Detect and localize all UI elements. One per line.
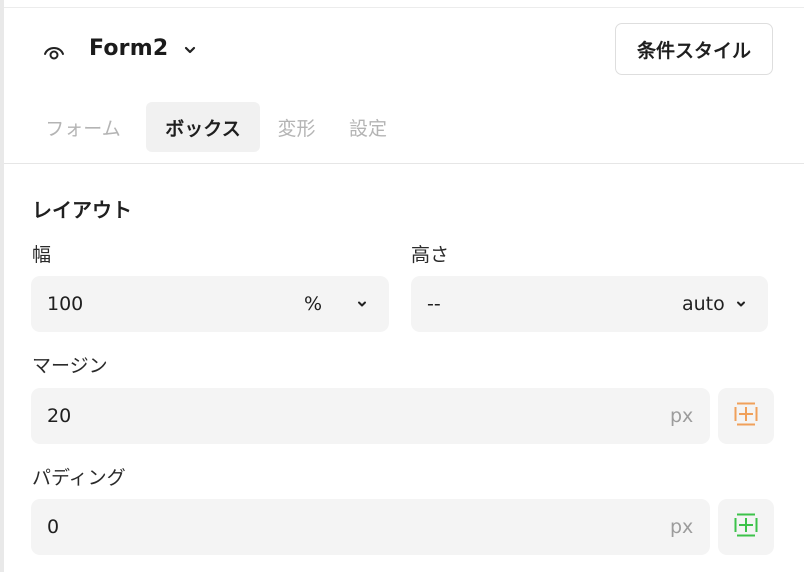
visibility-icon[interactable] bbox=[42, 40, 66, 64]
padding-unit: px bbox=[670, 516, 694, 538]
width-field[interactable]: 100 % bbox=[31, 276, 389, 332]
margin-value[interactable]: 20 bbox=[47, 388, 71, 444]
chevron-down-icon[interactable] bbox=[734, 276, 748, 332]
height-unit[interactable]: auto bbox=[682, 276, 725, 332]
padding-spacing-icon bbox=[733, 512, 759, 542]
width-label: 幅 bbox=[32, 244, 52, 266]
padding-field[interactable]: 0 px bbox=[31, 499, 710, 555]
padding-value[interactable]: 0 bbox=[47, 499, 59, 555]
form-name-title[interactable]: Form2 bbox=[89, 36, 168, 61]
height-field[interactable]: -- auto bbox=[411, 276, 768, 332]
margin-spacing-icon bbox=[733, 401, 759, 431]
chevron-down-icon[interactable] bbox=[355, 276, 369, 332]
panel-header: Form2 条件スタイル bbox=[4, 8, 804, 92]
chevron-down-icon[interactable] bbox=[182, 38, 198, 62]
tab-transform[interactable]: 変形 bbox=[269, 102, 324, 152]
tab-form[interactable]: フォーム bbox=[31, 102, 135, 152]
padding-label: パディング bbox=[32, 467, 126, 489]
width-unit[interactable]: % bbox=[304, 276, 322, 332]
margin-unit: px bbox=[670, 405, 694, 427]
header-divider bbox=[4, 163, 804, 164]
tab-box[interactable]: ボックス bbox=[146, 102, 260, 152]
margin-sides-button[interactable] bbox=[718, 388, 774, 444]
height-label: 高さ bbox=[411, 244, 450, 266]
margin-label: マージン bbox=[32, 355, 108, 377]
margin-field[interactable]: 20 px bbox=[31, 388, 710, 444]
height-value[interactable]: -- bbox=[427, 276, 441, 332]
tab-settings[interactable]: 設定 bbox=[339, 102, 397, 152]
condition-style-button[interactable]: 条件スタイル bbox=[615, 23, 773, 75]
layout-section-title: レイアウト bbox=[32, 198, 132, 222]
width-value[interactable]: 100 bbox=[47, 276, 83, 332]
padding-sides-button[interactable] bbox=[718, 499, 774, 555]
